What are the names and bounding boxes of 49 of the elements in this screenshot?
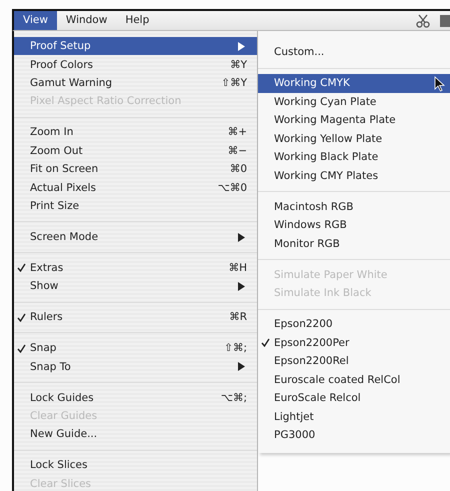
mouse-pointer-icon: [434, 76, 445, 92]
menu-bar-item[interactable]: Window: [56, 11, 116, 30]
shortcut-text: ⌘0: [230, 163, 247, 176]
menu-item[interactable]: Show: [14, 277, 257, 296]
menu-item[interactable]: Custom...: [258, 43, 450, 62]
scissors-icon[interactable]: [416, 14, 430, 28]
menu-item[interactable]: Fit on Screen ⌘0: [14, 160, 257, 178]
shortcut-text: ⌘Y: [230, 58, 247, 71]
menu-item[interactable]: Snap To: [14, 357, 257, 376]
menu-item[interactable]: Zoom Out ⌘−: [14, 142, 257, 160]
shortcut-text: ⌘R: [229, 311, 247, 324]
menu-item[interactable]: Zoom In ⌘+: [14, 123, 257, 142]
menu-item[interactable]: Macintosh RGB: [258, 198, 450, 216]
shortcut-text: ⇧⌘;: [224, 342, 247, 354]
menu-item[interactable]: Print Size: [14, 196, 257, 216]
menu-item[interactable]: Rulers ⌘R: [14, 308, 257, 326]
menu-item[interactable]: Windows RGB: [258, 216, 450, 234]
menu-item[interactable]: Working Magenta Plate: [258, 111, 450, 130]
menu-item[interactable]: Lock Slices: [14, 456, 257, 475]
shortcut-text: ⌥⌘;: [220, 392, 247, 404]
menu-item[interactable]: Actual Pixels ⌥⌘0: [14, 178, 257, 197]
shortcut-text: ⌘H: [228, 262, 247, 274]
menu-item[interactable]: Lock Guides ⌥⌘;: [14, 388, 257, 407]
menu-item[interactable]: Snap ⇧⌘;: [14, 338, 257, 358]
menu-item[interactable]: Working Yellow Plate: [258, 130, 450, 148]
menu-item[interactable]: Lightjet: [258, 408, 450, 426]
menu-item[interactable]: Proof Setup: [14, 37, 257, 56]
menu-item[interactable]: Screen Mode: [14, 228, 257, 246]
menu-item[interactable]: EuroScale Relcol: [258, 389, 450, 408]
menu-item[interactable]: Proof Colors ⌘Y: [14, 55, 257, 74]
menu-item[interactable]: Working Black Plate: [258, 148, 450, 166]
menu-item[interactable]: Extras ⌘H: [14, 258, 257, 278]
menu-item[interactable]: New Guide...: [14, 425, 257, 444]
menu-item[interactable]: Epson2200Per: [258, 334, 450, 352]
shortcut-text: ⌘+: [228, 126, 247, 138]
menu-item[interactable]: Working CMY Plates: [258, 166, 450, 185]
menu-bar-item[interactable]: View: [14, 11, 57, 30]
menu-item[interactable]: Gamut Warning ⇧⌘Y: [14, 74, 257, 92]
shortcut-text: ⇧⌘Y: [221, 77, 247, 90]
menu-item[interactable]: Monitor RGB: [258, 234, 450, 253]
menu-bar-item[interactable]: Help: [116, 11, 158, 30]
shortcut-text: ⌥⌘0: [218, 182, 247, 194]
menu-item[interactable]: Working Cyan Plate: [258, 92, 450, 111]
menu-item[interactable]: Working CMYK: [258, 74, 450, 92]
menu-item[interactable]: PG3000: [258, 426, 450, 444]
menu-item[interactable]: Euroscale coated RelCol: [258, 370, 450, 389]
shortcut-text: ⌘−: [228, 144, 247, 157]
menu-item[interactable]: Epson2200: [258, 315, 450, 334]
menu-item[interactable]: Epson2200Rel: [258, 352, 450, 370]
